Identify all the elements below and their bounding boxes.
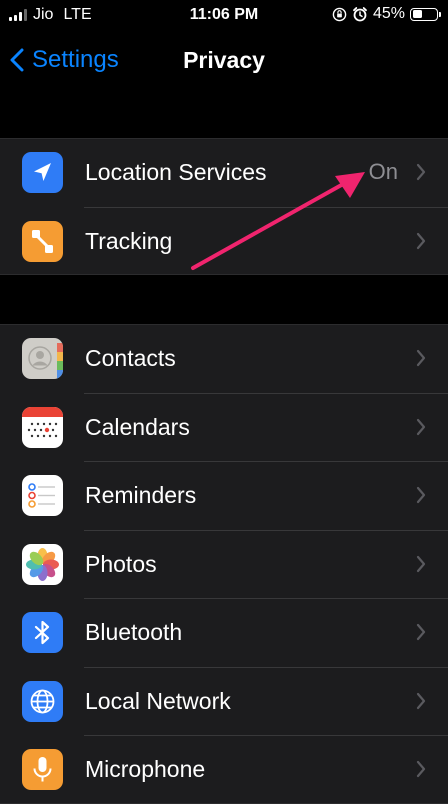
location-arrow-icon (22, 152, 63, 193)
chevron-right-icon (416, 232, 426, 249)
location-status-value: On (368, 159, 398, 184)
row-label: Contacts (85, 345, 176, 371)
chevron-right-icon (416, 623, 426, 641)
battery-icon (410, 7, 441, 21)
settings-group-permissions: Contacts Calendars Reminders Photos Blue… (0, 324, 448, 804)
alarm-icon (353, 7, 367, 22)
row-label: Local Network (85, 687, 231, 714)
microphone-icon (22, 749, 63, 790)
contacts-icon (22, 338, 63, 379)
battery-fill (412, 10, 423, 18)
chevron-right-icon (416, 486, 426, 504)
row-contacts[interactable]: Contacts (0, 324, 448, 393)
reminders-icon (22, 475, 63, 516)
row-label: Reminders (85, 482, 197, 508)
orientation-lock-icon (332, 7, 347, 21)
row-photos[interactable]: Photos (0, 529, 448, 599)
row-bluetooth[interactable]: Bluetooth (0, 598, 448, 667)
row-microphone[interactable]: Microphone (0, 735, 448, 804)
chevron-right-icon (416, 418, 426, 435)
row-local-network[interactable]: Local Network (0, 666, 448, 736)
status-bar: Jio LTE 11:06 PM 45% (0, 0, 448, 30)
tracking-icon (22, 220, 63, 262)
row-label: Calendars (85, 413, 190, 440)
chevron-right-icon (416, 349, 426, 367)
row-label: Bluetooth (85, 619, 183, 645)
row-reminders[interactable]: Reminders (0, 461, 448, 530)
chevron-right-icon (416, 692, 426, 709)
row-label: Microphone (85, 756, 206, 782)
row-label: Photos (85, 550, 157, 577)
row-label: Location Services (85, 159, 267, 185)
photos-icon (22, 543, 63, 585)
settings-group-location: Location Services On Tracking (0, 138, 448, 275)
row-calendars[interactable]: Calendars (0, 392, 448, 462)
row-location-services[interactable]: Location Services On (0, 138, 448, 207)
chevron-right-icon (416, 163, 426, 181)
row-label: Tracking (85, 227, 173, 254)
navigation-bar: Settings Privacy (0, 30, 448, 90)
globe-icon (22, 680, 63, 722)
calendar-icon (22, 406, 63, 448)
row-tracking[interactable]: Tracking (0, 206, 448, 276)
page-title: Privacy (183, 47, 265, 73)
chevron-right-icon (416, 555, 426, 572)
bluetooth-icon (22, 612, 63, 653)
status-right: 45% (332, 5, 441, 23)
chevron-right-icon (416, 760, 426, 778)
battery-percentage: 45% (372, 5, 405, 22)
